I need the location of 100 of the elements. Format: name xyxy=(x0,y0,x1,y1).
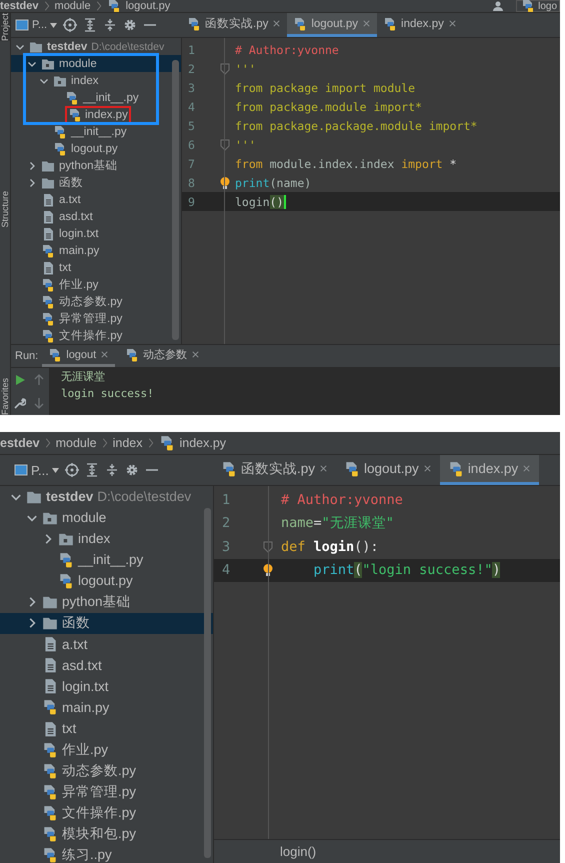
tree-row[interactable]: 练习..py xyxy=(0,844,213,863)
breadcrumb-item[interactable]: index.py xyxy=(180,436,226,450)
tree-row[interactable]: 动态参数.py xyxy=(0,760,213,782)
close-icon[interactable] xyxy=(272,19,282,28)
lightbulb-icon[interactable] xyxy=(218,176,232,190)
expand-all-icon[interactable] xyxy=(84,463,99,477)
text-file-icon xyxy=(41,226,55,240)
view-dropdown[interactable]: P... xyxy=(15,18,58,32)
locate-icon[interactable] xyxy=(63,18,78,32)
collapse-all-icon[interactable] xyxy=(104,463,119,477)
tree-row[interactable]: 文件操作.py xyxy=(11,327,181,344)
text-file-icon xyxy=(41,210,55,224)
tree-row[interactable]: 函数 xyxy=(0,612,213,634)
locate-icon[interactable] xyxy=(64,463,79,477)
editor-tab[interactable]: 函数实战.py xyxy=(213,455,336,485)
tree-row[interactable]: login.txt xyxy=(0,676,213,697)
wrench-icon[interactable] xyxy=(14,397,26,410)
editor-tab[interactable]: 函数实战.py xyxy=(181,13,288,37)
window-icon xyxy=(15,18,29,32)
user-icon[interactable] xyxy=(493,1,506,11)
breadcrumb-item[interactable]: testdev xyxy=(0,0,39,12)
breadcrumb-item[interactable]: module xyxy=(54,0,91,12)
tree-row[interactable]: asd.txt xyxy=(11,208,181,225)
tree-row[interactable]: txt xyxy=(11,259,181,276)
tree-row[interactable]: logout.py xyxy=(11,140,181,157)
tree-row[interactable]: index xyxy=(0,528,213,550)
python-file-icon xyxy=(42,699,58,716)
tree-row[interactable]: testdev D:\code\testdev xyxy=(11,38,181,55)
editor-tab[interactable]: index.py xyxy=(377,13,463,37)
tree-row[interactable]: __init__.py xyxy=(0,549,213,570)
settings-icon[interactable] xyxy=(124,463,139,477)
close-icon[interactable] xyxy=(191,350,200,359)
tree-row[interactable]: 异常管理.py xyxy=(11,310,181,327)
breadcrumb-label[interactable]: login() xyxy=(280,844,316,859)
settings-icon[interactable] xyxy=(123,18,138,32)
tree-row[interactable]: txt xyxy=(0,718,213,740)
window-icon xyxy=(14,463,28,477)
python-file-icon xyxy=(42,826,58,842)
scrollbar[interactable] xyxy=(172,60,179,340)
close-icon[interactable] xyxy=(448,19,457,28)
tree-row[interactable]: a.txt xyxy=(11,191,181,208)
tree-item-label: 文件操作.py xyxy=(59,328,122,343)
tree-row[interactable]: __init__.py xyxy=(11,89,181,106)
tree-row[interactable]: a.txt xyxy=(0,634,213,655)
tree-item-label: asd.txt xyxy=(59,210,93,222)
tree-row[interactable]: module xyxy=(11,55,181,72)
side-tab[interactable]: Project xyxy=(0,13,10,42)
chevron-right-icon[interactable] xyxy=(27,160,37,170)
tree-item-label: 异常管理.py xyxy=(59,312,122,326)
tree-item-label: index.py xyxy=(85,108,128,120)
tree-row[interactable]: 模块和包.py xyxy=(0,824,213,845)
editor-tab[interactable]: logout.py xyxy=(336,455,440,485)
breadcrumb-item[interactable]: module xyxy=(56,436,97,450)
tree-row[interactable]: index.py xyxy=(11,106,181,123)
tree-row[interactable]: 文件操作.py xyxy=(0,802,213,824)
run-tab[interactable]: 动态参数 xyxy=(119,345,206,367)
tree-row[interactable]: 函数 xyxy=(11,174,181,191)
side-tab[interactable]: Favorites xyxy=(0,378,10,415)
tree-row[interactable]: testdev D:\code\testdev xyxy=(0,486,213,508)
tree-row[interactable]: python基础 xyxy=(0,591,213,613)
line-number: 2 xyxy=(221,515,232,532)
expand-all-icon[interactable] xyxy=(83,18,98,32)
python-file-icon xyxy=(41,294,55,308)
collapse-all-icon[interactable] xyxy=(103,18,118,32)
code-token: ( xyxy=(354,562,362,578)
tree-row[interactable]: main.py xyxy=(0,696,213,718)
tree-item-label: 练习..py xyxy=(62,846,112,863)
scrollbar[interactable] xyxy=(204,508,211,858)
close-icon[interactable] xyxy=(422,464,432,473)
tree-row[interactable]: main.py xyxy=(11,242,181,259)
tree-item-label: module xyxy=(59,58,97,70)
python-file-icon xyxy=(58,552,74,568)
close-icon[interactable] xyxy=(319,464,328,473)
tree-row[interactable]: 异常管理.py xyxy=(0,781,213,802)
breadcrumb-item[interactable]: estdev xyxy=(0,436,40,450)
tree-row[interactable]: asd.txt xyxy=(0,654,213,676)
lightbulb-icon[interactable] xyxy=(261,563,275,578)
tree-row[interactable]: index xyxy=(11,72,181,89)
close-icon[interactable] xyxy=(100,350,110,359)
breadcrumb-item[interactable]: logout.py xyxy=(126,0,170,12)
editor-tab[interactable]: logout.py xyxy=(287,13,378,37)
editor-tab[interactable]: index.py xyxy=(440,455,540,485)
tree-row[interactable]: 动态参数.py xyxy=(11,293,181,310)
chevron-right-icon[interactable] xyxy=(27,178,37,188)
run-config-dropdown[interactable]: logo xyxy=(516,0,560,12)
side-tab[interactable]: Structure xyxy=(0,191,10,228)
run-icon[interactable] xyxy=(14,374,26,386)
code-token: print xyxy=(235,176,270,190)
tree-row[interactable]: module xyxy=(0,507,213,528)
tree-row[interactable]: login.txt xyxy=(11,225,181,242)
python-file-icon xyxy=(42,804,58,821)
python-file-icon xyxy=(158,435,174,451)
tree-row[interactable]: 作业.py xyxy=(0,739,213,760)
view-dropdown[interactable]: P... xyxy=(14,462,59,478)
tree-row[interactable]: __init__.py xyxy=(11,123,181,140)
tree-item-label: a.txt xyxy=(62,636,88,652)
tree-row[interactable]: python基础 xyxy=(11,157,181,174)
tree-row[interactable]: logout.py xyxy=(0,570,213,592)
tree-row[interactable]: 作业.py xyxy=(11,276,181,293)
breadcrumb-item[interactable]: index xyxy=(112,436,142,450)
